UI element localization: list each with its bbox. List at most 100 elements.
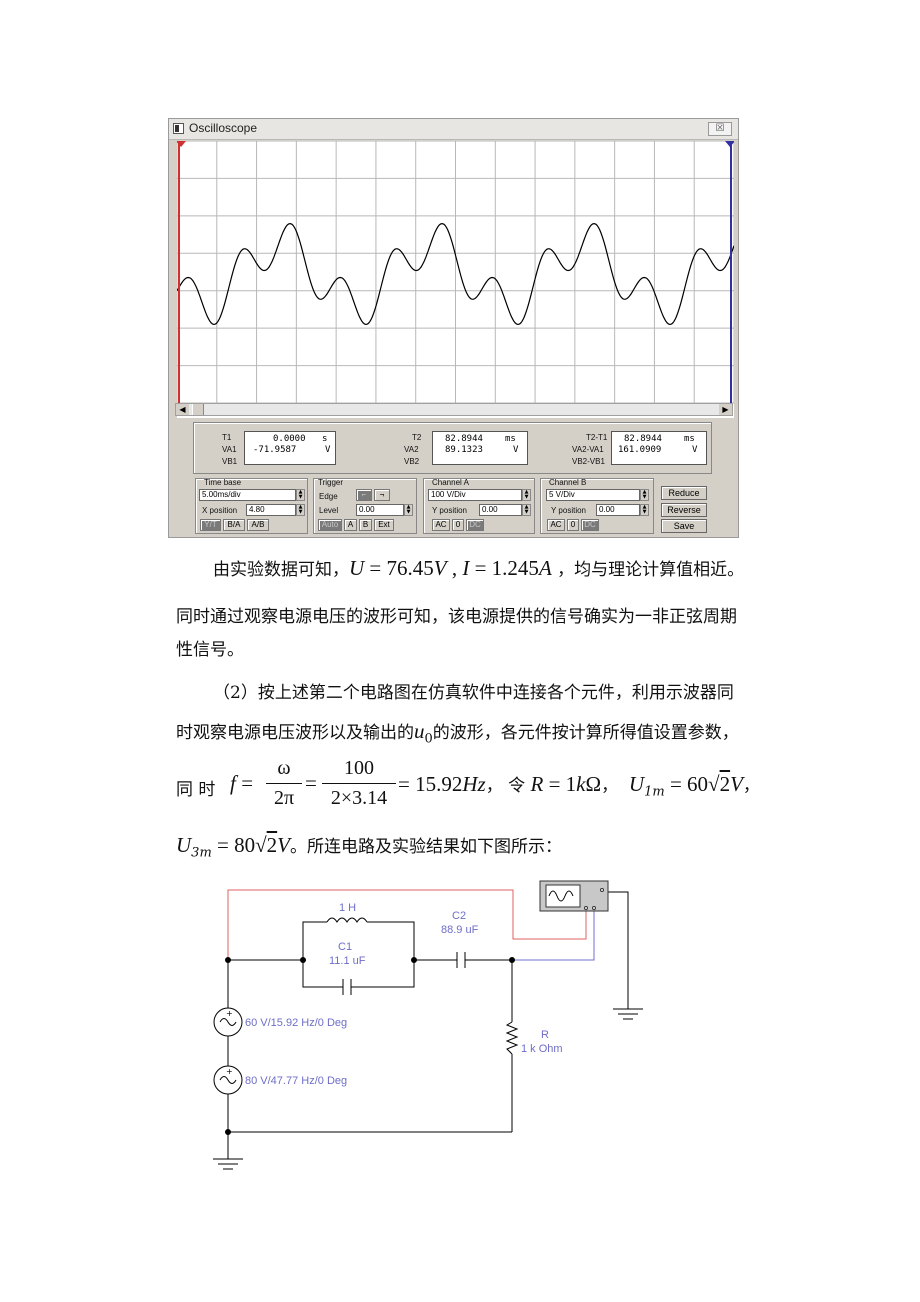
t1-va-unit: V: [325, 445, 331, 455]
horizontal-scrollbar[interactable]: ◀ ▶: [175, 403, 733, 416]
channel-a-dc-button[interactable]: DC: [466, 519, 484, 531]
inductor-label: 1 H: [339, 902, 356, 914]
trigger-label: Trigger: [318, 478, 344, 487]
va2-label: VA2: [404, 445, 419, 454]
frac-100-num: 100: [344, 757, 374, 779]
channel-a-scale-spinner[interactable]: ▲ ▼: [522, 489, 531, 501]
source-2-plus: +: [226, 1067, 233, 1076]
channel-a-ypos-spinner[interactable]: ▲ ▼: [522, 504, 531, 516]
circuit-diagram: + + 1 H C1 11.1 uF C2 88.9 uF R 1 k Ohm …: [213, 880, 643, 1170]
reduce-button[interactable]: Reduce: [661, 486, 707, 500]
ba-button[interactable]: B/A: [223, 519, 245, 531]
save-button[interactable]: Save: [661, 519, 707, 533]
channel-b-scale-spinner[interactable]: ▲ ▼: [640, 489, 649, 501]
diff-time-unit: ms: [684, 434, 695, 444]
t2-va: 89.1323: [445, 445, 483, 455]
oscilloscope-window: Oscilloscope ☒ ◀ ▶ T1 VA1 VB1 0.0000 s -…: [168, 118, 739, 538]
vb2-label: VB2: [404, 457, 420, 466]
capacitor-c1-symbol: [342, 979, 352, 995]
paragraph-line-5: 时观察电源电压波形以及输出的u0的波形，各元件按计算所得值设置参数，: [176, 719, 739, 747]
r-value-label: 1 k Ohm: [521, 1043, 563, 1055]
formula-f: f =: [230, 771, 254, 795]
channel-b-group: Channel B 5 V/Div ▲ ▼ Y position 0.00 ▲ ▼ …: [540, 478, 654, 534]
capacitor-c2-symbol: [456, 952, 466, 968]
channel-b-ac-button[interactable]: AC: [547, 519, 565, 531]
trigger-group: Trigger Edge ⌐ ¬ Level 0.00 ▲ ▼ Auto A B …: [313, 478, 417, 534]
scroll-left-icon[interactable]: ◀: [176, 404, 189, 415]
oscilloscope-icon: [539, 880, 609, 912]
scroll-right-icon[interactable]: ▶: [719, 404, 732, 415]
channel-a-zero-button[interactable]: 0: [452, 519, 464, 531]
rising-edge-icon[interactable]: ⌐: [356, 489, 372, 501]
channel-a-scale-field[interactable]: 100 V/Div: [428, 489, 522, 501]
channel-b-zero-button[interactable]: 0: [567, 519, 579, 531]
falling-edge-icon[interactable]: ¬: [374, 489, 390, 501]
level-field[interactable]: 0.00: [356, 504, 404, 516]
t1-time-unit: s: [322, 434, 328, 444]
channel-b-ypos-spinner[interactable]: ▲ ▼: [640, 504, 649, 516]
channel-b-ypos-label: Y position: [551, 506, 586, 515]
close-icon[interactable]: ☒: [708, 122, 732, 136]
paragraph-result: 由实验数据可知，U = 76.45V , I = 1.245A ，均与理论计算值…: [213, 556, 745, 580]
window-icon: [173, 123, 184, 134]
xpos-spinner[interactable]: ▲ ▼: [296, 504, 305, 516]
vb1-label: VB1: [222, 457, 238, 466]
readout-diff: 82.8944 ms 161.0909 V: [611, 431, 707, 465]
t2-time: 82.8944: [445, 434, 483, 444]
junction-dots: [225, 957, 515, 1135]
trigger-ext-button[interactable]: Ext: [374, 519, 394, 531]
level-spinner[interactable]: ▲ ▼: [404, 504, 413, 516]
t2-t1-label: T2-T1: [586, 433, 608, 442]
frac-bar-1: [266, 783, 302, 784]
t1-time: 0.0000: [273, 434, 306, 444]
timebase-field[interactable]: 5.00ms/div: [199, 489, 296, 501]
xpos-label: X position: [202, 506, 238, 515]
trigger-b-button[interactable]: B: [359, 519, 372, 531]
channel-a-ypos-label: Y position: [432, 506, 467, 515]
readout-t1: 0.0000 s -71.9587 V: [244, 431, 336, 465]
channel-b-ypos-field[interactable]: 0.00: [596, 504, 640, 516]
diff-va: 161.0909: [618, 445, 662, 455]
yt-button[interactable]: Y/T: [200, 519, 221, 531]
c1-value-label: 11.1 uF: [329, 955, 366, 967]
trigger-a-button[interactable]: A: [344, 519, 357, 531]
diff-time: 82.8944: [624, 434, 662, 444]
t2-time-unit: ms: [505, 434, 516, 444]
scroll-thumb[interactable]: [192, 404, 204, 415]
t1-va: -71.9587: [253, 445, 297, 455]
frac-omega-num: ω: [277, 757, 291, 779]
timebase-spinner[interactable]: ▲ ▼: [296, 489, 305, 501]
c1-name-label: C1: [338, 941, 352, 953]
resistor-symbol: [505, 1021, 519, 1055]
readout-t2: 82.8944 ms 89.1323 V: [432, 431, 528, 465]
reverse-button[interactable]: Reverse: [661, 503, 707, 517]
channel-a-ac-button[interactable]: AC: [432, 519, 450, 531]
level-label: Level: [319, 506, 339, 515]
r-name-label: R: [541, 1029, 549, 1041]
source-1-plus: +: [226, 1009, 233, 1018]
auto-button[interactable]: Auto: [318, 519, 342, 531]
wire-channel-b: [512, 911, 595, 961]
paragraph-line-3: 性信号。: [176, 640, 244, 660]
scope-screen[interactable]: [177, 141, 734, 418]
channel-a-ypos-field[interactable]: 0.00: [479, 504, 522, 516]
va1-label: VA1: [222, 445, 237, 454]
source-1-label: 60 V/15.92 Hz/0 Deg: [245, 1017, 347, 1029]
ground-icon-left: [213, 1158, 243, 1170]
frac-bar-2: [322, 783, 396, 784]
channel-b-scale-field[interactable]: 5 V/Div: [546, 489, 640, 501]
source-2-label: 80 V/47.77 Hz/0 Deg: [245, 1075, 347, 1087]
t2-va-unit: V: [513, 445, 519, 455]
ab-button[interactable]: A/B: [247, 519, 269, 531]
xpos-field[interactable]: 4.80: [246, 504, 296, 516]
window-title: Oscilloscope: [189, 121, 258, 135]
timebase-label: Time base: [204, 478, 242, 487]
channel-a-group: Channel A 100 V/Div ▲ ▼ Y position 0.00 ▲…: [423, 478, 535, 534]
inductor-symbol: [326, 917, 368, 923]
line-6-prefix: 同 时: [176, 780, 216, 800]
vb2-vb1-label: VB2-VB1: [572, 457, 605, 466]
channel-b-dc-button[interactable]: DC: [581, 519, 599, 531]
c2-value-label: 88.9 uF: [441, 924, 479, 936]
t2-label: T2: [412, 433, 422, 442]
readout-panel: T1 VA1 VB1 0.0000 s -71.9587 V T2 VA2 VB…: [193, 422, 712, 474]
